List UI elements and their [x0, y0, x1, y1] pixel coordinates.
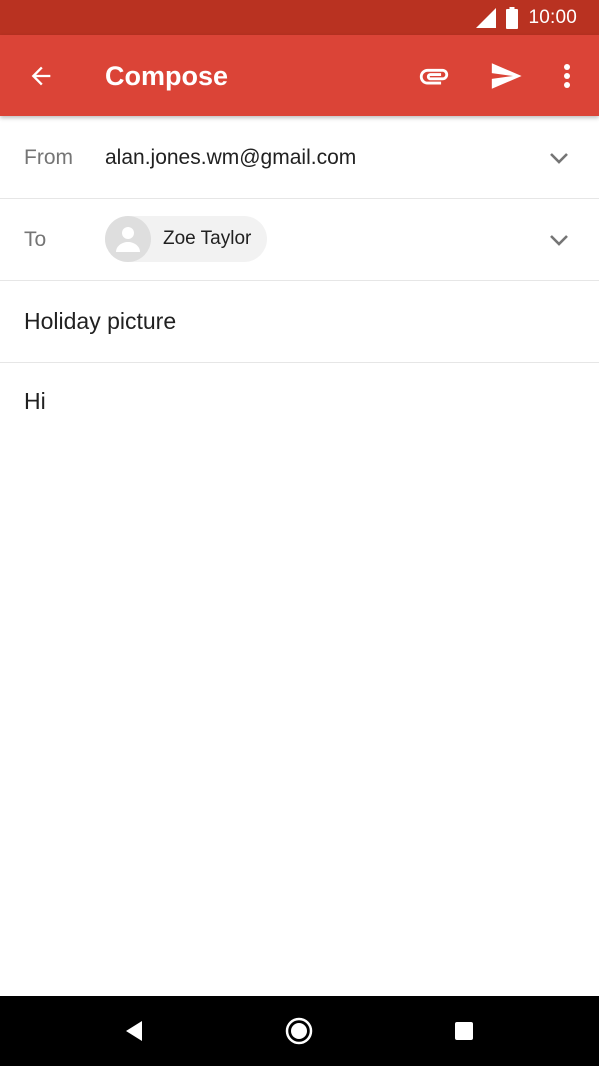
subject-input[interactable]	[24, 281, 574, 362]
to-row: To Zoe Taylor	[0, 199, 599, 281]
status-bar: 10:00	[0, 0, 599, 35]
from-label: From	[24, 146, 73, 169]
from-account[interactable]: alan.jones.wm@gmail.com	[105, 117, 356, 198]
status-time: 10:00	[528, 6, 577, 28]
app-bar: Compose	[0, 35, 599, 116]
to-expand-button[interactable]	[542, 223, 576, 257]
nav-recents-button[interactable]	[446, 1013, 482, 1049]
battery-icon	[506, 6, 519, 29]
subject-row	[0, 281, 599, 363]
send-button[interactable]	[487, 57, 525, 95]
page-title: Compose	[105, 61, 229, 91]
from-expand-button[interactable]	[542, 141, 576, 175]
avatar	[105, 216, 151, 262]
paperclip-icon	[419, 68, 449, 85]
nav-back-button[interactable]	[116, 1013, 152, 1049]
back-arrow-icon	[31, 66, 51, 86]
body-input[interactable]: Hi	[24, 382, 574, 962]
attach-button[interactable]	[416, 59, 452, 93]
recipient-name: Zoe Taylor	[163, 228, 252, 249]
nav-recents-icon	[455, 1022, 473, 1040]
back-button[interactable]	[24, 59, 58, 93]
more-vert-icon	[564, 64, 570, 88]
status-icons: 10:00	[476, 0, 577, 35]
to-label: To	[24, 228, 47, 251]
chevron-down-icon	[550, 235, 568, 246]
nav-home-icon	[285, 1017, 313, 1045]
signal-icon	[476, 7, 497, 28]
from-row: From alan.jones.wm@gmail.com	[0, 117, 599, 199]
send-icon	[491, 63, 522, 89]
system-nav-bar	[0, 996, 599, 1066]
nav-back-icon	[126, 1021, 142, 1041]
recipient-chip[interactable]: Zoe Taylor	[105, 216, 268, 262]
chevron-down-icon	[550, 153, 568, 164]
nav-home-button[interactable]	[281, 1013, 317, 1049]
person-icon	[116, 227, 140, 252]
more-options-button[interactable]	[552, 57, 582, 95]
